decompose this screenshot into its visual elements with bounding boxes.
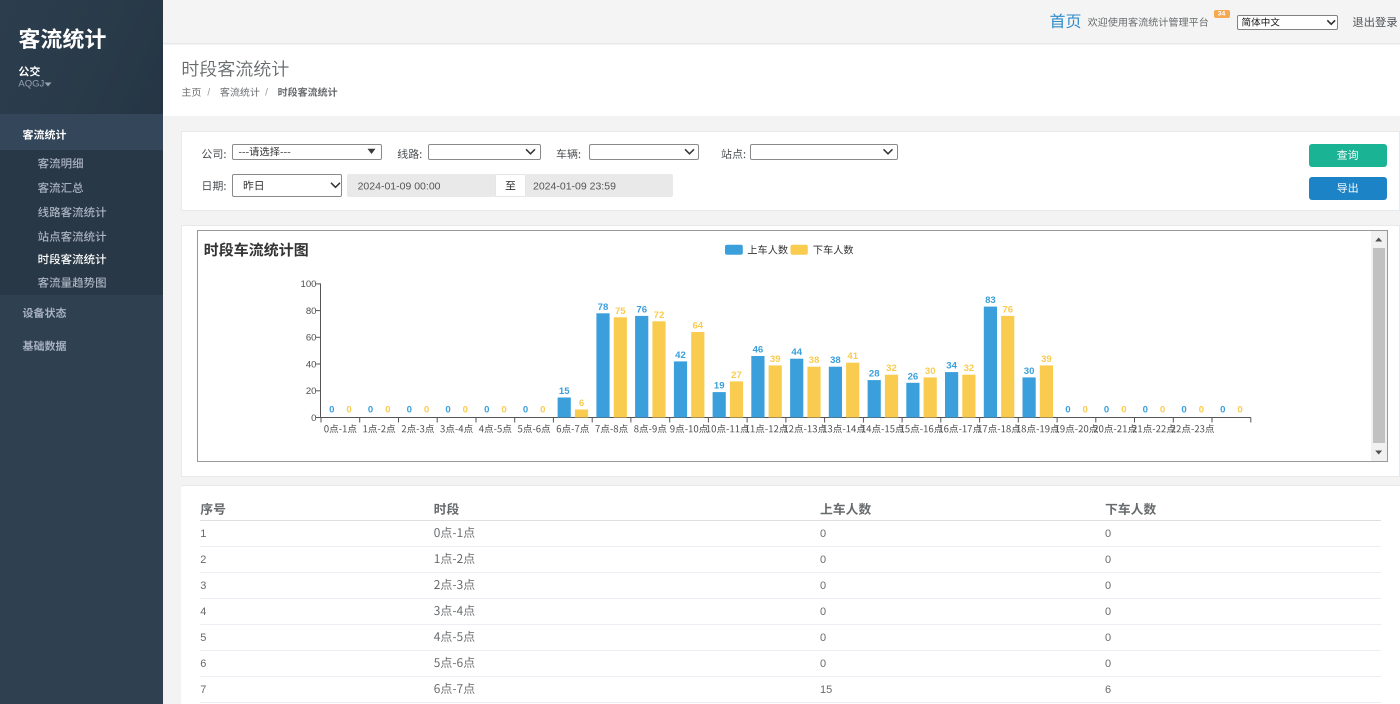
svg-text:15: 15 xyxy=(820,684,832,696)
svg-text:0: 0 xyxy=(1220,405,1225,416)
svg-text:42: 42 xyxy=(675,350,686,361)
svg-text:0: 0 xyxy=(1199,405,1204,416)
svg-text:0: 0 xyxy=(820,632,826,644)
svg-text:AQGJ: AQGJ xyxy=(18,79,44,90)
svg-text:0: 0 xyxy=(1237,405,1242,416)
svg-text:0: 0 xyxy=(1105,606,1111,618)
svg-text:0: 0 xyxy=(1143,405,1148,416)
svg-text:40: 40 xyxy=(306,359,317,370)
svg-text:46: 46 xyxy=(753,345,764,356)
svg-text:72: 72 xyxy=(654,310,665,321)
svg-text:6: 6 xyxy=(579,398,584,409)
svg-text:0: 0 xyxy=(1083,405,1088,416)
svg-text:0: 0 xyxy=(368,405,373,416)
svg-text:0: 0 xyxy=(1104,405,1109,416)
svg-text:44: 44 xyxy=(791,347,802,358)
svg-text:38: 38 xyxy=(809,355,820,366)
svg-text:6: 6 xyxy=(1105,684,1111,696)
svg-text:0: 0 xyxy=(424,405,429,416)
svg-text:5: 5 xyxy=(200,632,206,644)
svg-text:41: 41 xyxy=(847,351,858,362)
svg-text:20: 20 xyxy=(306,386,317,397)
svg-text:2: 2 xyxy=(200,554,206,566)
svg-text:0: 0 xyxy=(1160,405,1165,416)
svg-text:0: 0 xyxy=(1105,580,1111,592)
svg-text:0: 0 xyxy=(820,580,826,592)
svg-text:/: / xyxy=(265,88,268,99)
svg-text:34: 34 xyxy=(1218,11,1226,18)
svg-text:32: 32 xyxy=(964,363,975,374)
svg-text:0: 0 xyxy=(1181,405,1186,416)
svg-text:39: 39 xyxy=(770,354,781,365)
svg-text:0: 0 xyxy=(820,658,826,670)
svg-text:1: 1 xyxy=(200,528,206,540)
svg-text:76: 76 xyxy=(1002,304,1013,315)
svg-text:32: 32 xyxy=(886,363,897,374)
svg-text:30: 30 xyxy=(925,366,936,377)
svg-text:0: 0 xyxy=(346,405,351,416)
svg-text:0: 0 xyxy=(820,606,826,618)
svg-text:0: 0 xyxy=(1105,658,1111,670)
svg-text:0: 0 xyxy=(385,405,390,416)
svg-text:2024-01-09 23:59: 2024-01-09 23:59 xyxy=(533,180,616,192)
svg-text:0: 0 xyxy=(1105,554,1111,566)
svg-text:39: 39 xyxy=(1041,354,1052,365)
svg-text:64: 64 xyxy=(692,321,703,332)
svg-text:27: 27 xyxy=(731,370,742,381)
svg-text:4: 4 xyxy=(200,606,206,618)
svg-text:30: 30 xyxy=(1024,366,1035,377)
svg-text:0: 0 xyxy=(540,405,545,416)
svg-text:0: 0 xyxy=(523,405,528,416)
svg-text:2024-01-09 00:00: 2024-01-09 00:00 xyxy=(358,180,441,192)
svg-text:0: 0 xyxy=(484,405,489,416)
svg-text:80: 80 xyxy=(306,306,317,317)
svg-text:19: 19 xyxy=(714,381,725,392)
svg-text:/: / xyxy=(207,88,210,99)
svg-text:0: 0 xyxy=(311,413,316,424)
svg-text:0: 0 xyxy=(820,554,826,566)
svg-text:83: 83 xyxy=(985,295,996,306)
svg-text:28: 28 xyxy=(869,369,880,380)
svg-text:0: 0 xyxy=(1065,405,1070,416)
svg-text:38: 38 xyxy=(830,355,841,366)
svg-text:34: 34 xyxy=(946,361,957,372)
svg-text:7: 7 xyxy=(200,684,206,696)
svg-text:100: 100 xyxy=(300,279,316,290)
svg-text:60: 60 xyxy=(306,333,317,344)
svg-text:0: 0 xyxy=(820,528,826,540)
svg-text:0: 0 xyxy=(1121,405,1126,416)
svg-text:78: 78 xyxy=(598,302,609,313)
svg-text:0: 0 xyxy=(1105,528,1111,540)
svg-text:3: 3 xyxy=(200,580,206,592)
svg-text:26: 26 xyxy=(908,371,919,382)
svg-text:0: 0 xyxy=(1105,632,1111,644)
svg-text:15: 15 xyxy=(559,386,570,397)
svg-text:76: 76 xyxy=(636,304,647,315)
svg-text:0: 0 xyxy=(463,405,468,416)
svg-text:0: 0 xyxy=(407,405,412,416)
svg-text:0: 0 xyxy=(329,405,334,416)
svg-text:0: 0 xyxy=(445,405,450,416)
svg-text:0: 0 xyxy=(501,405,506,416)
svg-text:6: 6 xyxy=(200,658,206,670)
svg-text:75: 75 xyxy=(615,306,626,317)
